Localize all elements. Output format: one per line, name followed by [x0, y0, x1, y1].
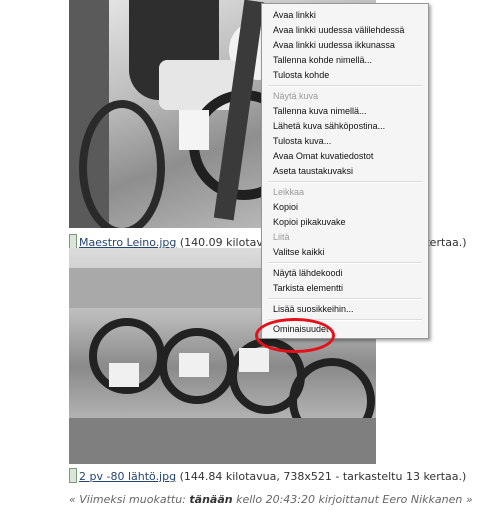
menu-item-open-link-new-window[interactable]: Avaa linkki uudessa ikkunassa	[273, 38, 395, 52]
context-menu: Avaa linkki Avaa linkki uudessa välilehd…	[261, 3, 429, 339]
menu-separator	[268, 262, 422, 264]
menu-item-print-target[interactable]: Tulosta kohde	[273, 68, 329, 82]
menu-item-save-picture-as[interactable]: Tallenna kuva nimellä...	[273, 104, 367, 118]
menu-item-view-source[interactable]: Näytä lähdekoodi	[273, 266, 343, 280]
menu-item-add-to-favorites[interactable]: Lisää suosikkeihin...	[273, 302, 354, 316]
last-edited-day: tänään	[189, 493, 233, 506]
menu-item-print-picture[interactable]: Tulosta kuva...	[273, 134, 331, 148]
attachment-caption-2: 2 pv -80 lähtö.jpg (144.84 kilotavua, 73…	[69, 468, 466, 483]
menu-separator	[268, 85, 422, 87]
menu-item-paste: Liitä	[273, 232, 290, 242]
last-edited-note: « Viimeksi muokattu: tänään kello 20:43:…	[69, 493, 473, 506]
menu-item-copy-shortcut[interactable]: Kopioi pikakuvake	[273, 215, 346, 229]
menu-item-inspect-element[interactable]: Tarkista elementti	[273, 281, 343, 295]
menu-item-open-link[interactable]: Avaa linkki	[273, 8, 316, 22]
last-edited-prefix: « Viimeksi muokattu:	[69, 493, 190, 506]
menu-item-select-all[interactable]: Valitse kaikki	[273, 245, 324, 259]
menu-item-copy[interactable]: Kopioi	[273, 200, 298, 214]
menu-separator	[268, 181, 422, 183]
menu-item-email-picture[interactable]: Lähetä kuva sähköpostina...	[273, 119, 385, 133]
menu-item-cut: Leikkaa	[273, 187, 305, 197]
menu-item-open-link-new-tab[interactable]: Avaa linkki uudessa välilehdessä	[273, 23, 404, 37]
menu-item-open-my-pictures[interactable]: Avaa Omat kuvatiedostot	[273, 149, 373, 163]
menu-item-set-as-background[interactable]: Aseta taustakuvaksi	[273, 164, 353, 178]
paperclip-icon	[69, 234, 77, 249]
menu-item-show-picture: Näytä kuva	[273, 91, 319, 101]
menu-item-save-target-as[interactable]: Tallenna kohde nimellä...	[273, 53, 372, 67]
attachment-link-2[interactable]: 2 pv -80 lähtö.jpg	[79, 470, 176, 483]
last-edited-rest: kello 20:43:20 kirjoittanut Eero Nikkane…	[232, 493, 473, 506]
attachment-info-2: (144.84 kilotavua, 738x521 - tarkasteltu…	[176, 470, 467, 483]
menu-separator	[268, 298, 422, 300]
paperclip-icon	[69, 468, 77, 483]
highlight-ellipse	[255, 318, 335, 353]
